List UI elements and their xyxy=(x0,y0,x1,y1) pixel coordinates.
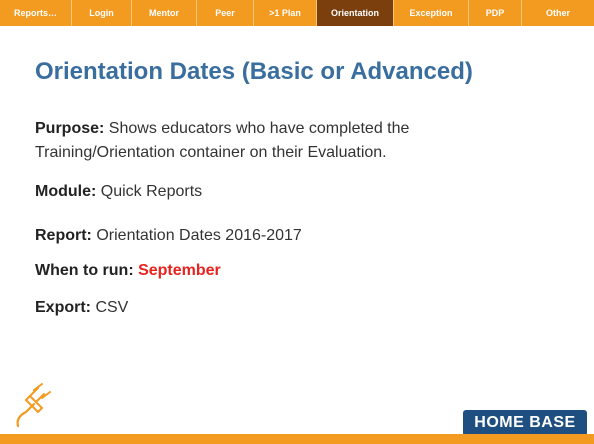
module-value: Quick Reports xyxy=(96,183,203,200)
tab-pdp[interactable]: PDP xyxy=(469,0,522,26)
when-value: September xyxy=(133,262,221,279)
when-row: When to run: September xyxy=(35,259,221,283)
export-label: Export: xyxy=(35,299,91,316)
tab-other[interactable]: Other xyxy=(522,0,594,26)
home-base-logo: HOME BASE xyxy=(463,410,587,436)
tab-mentor[interactable]: Mentor xyxy=(132,0,197,26)
export-value: CSV xyxy=(91,299,129,316)
purpose-text-line1: Shows educators who have completed the xyxy=(104,120,410,137)
when-label: When to run: xyxy=(35,262,134,279)
module-label: Module: xyxy=(35,183,97,200)
tab-bar: Reports… Login Mentor Peer >1 Plan Orien… xyxy=(0,0,594,26)
purpose-label: Purpose: xyxy=(35,120,105,137)
tab-exception[interactable]: Exception xyxy=(394,0,469,26)
page-title: Orientation Dates (Basic or Advanced) xyxy=(35,58,473,85)
tab-login[interactable]: Login xyxy=(72,0,132,26)
tab-peer[interactable]: Peer xyxy=(197,0,254,26)
report-value: Orientation Dates 2016-2017 xyxy=(91,227,302,244)
bottom-bar xyxy=(0,434,594,444)
tab-plan[interactable]: >1 Plan xyxy=(254,0,317,26)
module-row: Module: Quick Reports xyxy=(35,180,202,204)
tab-orientation[interactable]: Orientation xyxy=(317,0,394,26)
tab-reports[interactable]: Reports… xyxy=(0,0,72,26)
report-row: Report: Orientation Dates 2016-2017 xyxy=(35,224,302,248)
purpose-text-line2: Training/Orientation container on their … xyxy=(35,144,387,161)
purpose-row: Purpose: Shows educators who have comple… xyxy=(35,117,409,165)
plug-icon xyxy=(16,383,51,428)
export-row: Export: CSV xyxy=(35,296,128,320)
report-label: Report: xyxy=(35,227,92,244)
